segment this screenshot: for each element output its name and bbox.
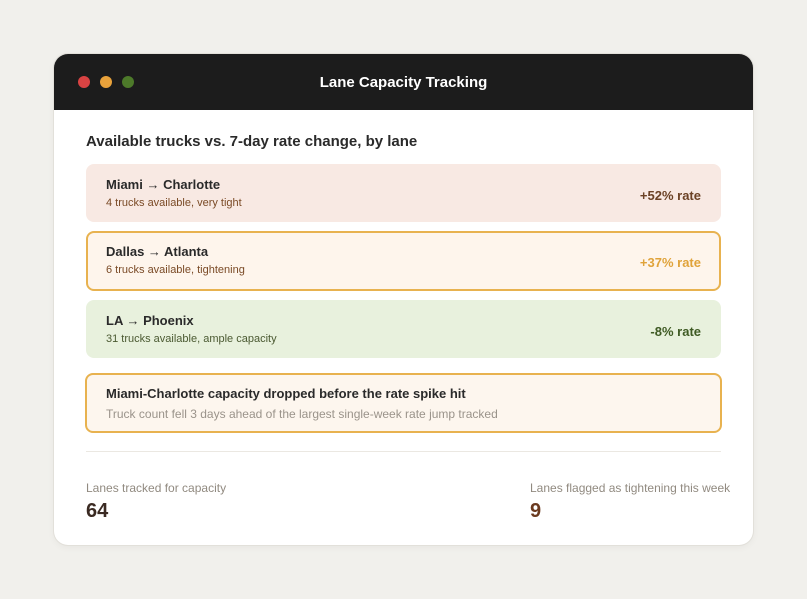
lane-name: Miami → Charlotte <box>106 177 221 192</box>
lane-name: Dallas → Atlanta <box>106 244 209 259</box>
lane-rate-change: -8% rate <box>650 324 701 339</box>
lane-rate-change: +37% rate <box>639 255 701 270</box>
lane-card-miami-charlotte[interactable]: Miami → Charlotte 4 trucks available, ve… <box>86 164 721 222</box>
insight-callout: Miami-Charlotte capacity dropped before … <box>85 373 722 433</box>
window-title: Lane Capacity Tracking <box>319 74 488 91</box>
stat-lanes-flagged: Lanes flagged as tightening this week 9 <box>530 481 730 523</box>
lane-detail: 6 trucks available, tightening <box>106 264 245 276</box>
divider <box>86 451 721 452</box>
lane-detail: 4 trucks available, very tight <box>106 197 242 209</box>
stat-value: 9 <box>530 500 542 522</box>
stat-lanes-tracked: Lanes tracked for capacity 64 <box>86 481 226 523</box>
stat-label: Lanes flagged as tightening this week <box>530 481 731 495</box>
stat-value: 64 <box>86 500 109 522</box>
lane-name: LA → Phoenix <box>106 313 194 328</box>
insight-title: Miami-Charlotte capacity dropped before … <box>106 386 466 401</box>
section-heading: Available trucks vs. 7-day rate change, … <box>86 133 418 150</box>
stat-label: Lanes tracked for capacity <box>86 481 227 495</box>
lane-card-la-phoenix[interactable]: LA → Phoenix 31 trucks available, ample … <box>86 300 721 358</box>
insight-detail: Truck count fell 3 days ahead of the lar… <box>106 407 498 421</box>
lane-card-dallas-atlanta[interactable]: Dallas → Atlanta 6 trucks available, tig… <box>86 231 721 291</box>
app-window: Lane Capacity Tracking Available trucks … <box>54 54 753 545</box>
title-bar: Lane Capacity Tracking <box>54 54 753 110</box>
lane-detail: 31 trucks available, ample capacity <box>106 333 277 345</box>
lane-rate-change: +52% rate <box>639 188 701 203</box>
